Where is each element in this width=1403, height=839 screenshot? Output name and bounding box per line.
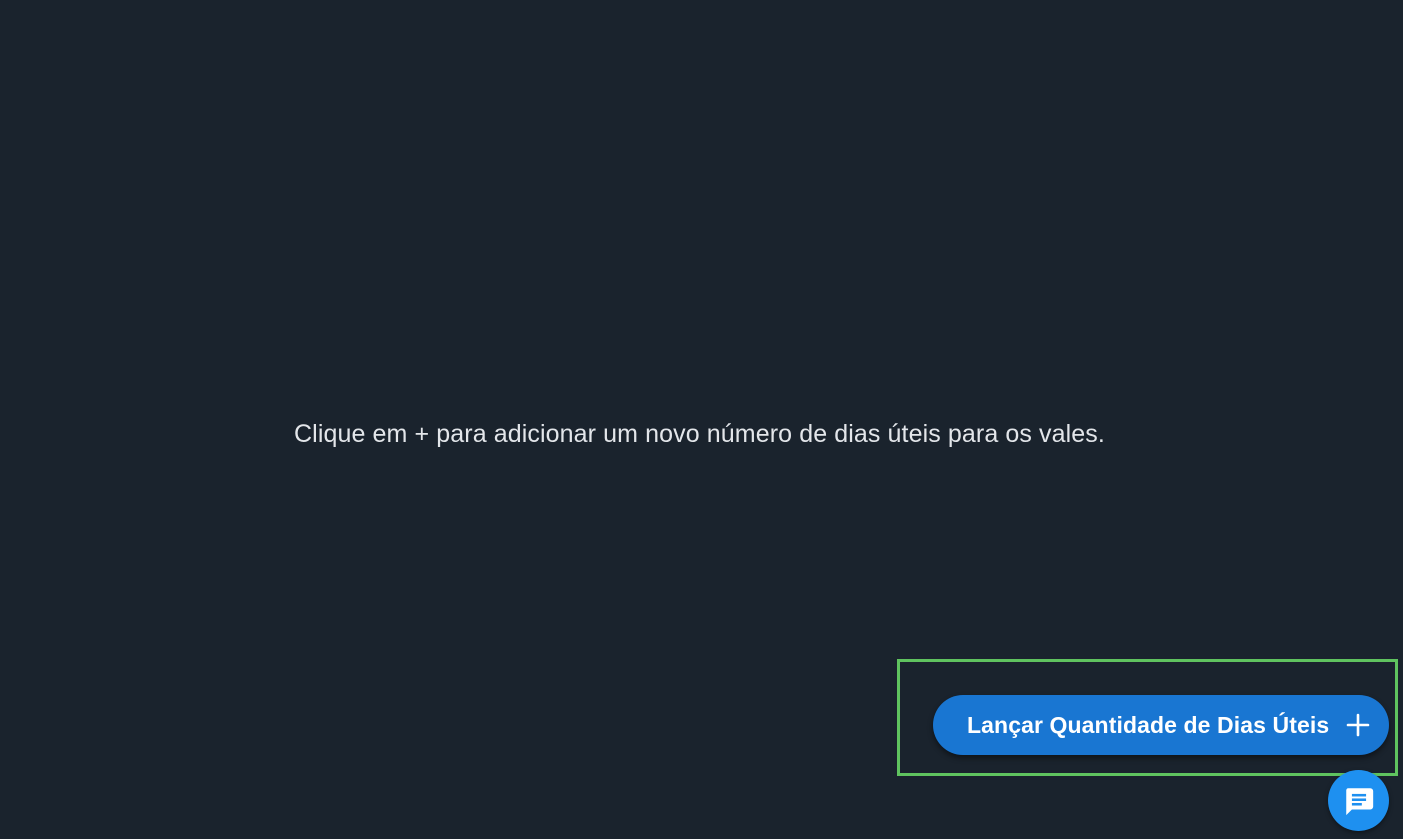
chat-button[interactable] (1328, 770, 1389, 831)
add-working-days-button[interactable]: Lançar Quantidade de Dias Úteis (933, 695, 1389, 755)
plus-icon (1345, 712, 1371, 738)
page: Clique em + para adicionar um novo númer… (0, 0, 1403, 839)
add-working-days-label: Lançar Quantidade de Dias Úteis (967, 711, 1330, 738)
empty-state-message: Clique em + para adicionar um novo númer… (294, 420, 1105, 448)
chat-icon (1342, 784, 1376, 818)
